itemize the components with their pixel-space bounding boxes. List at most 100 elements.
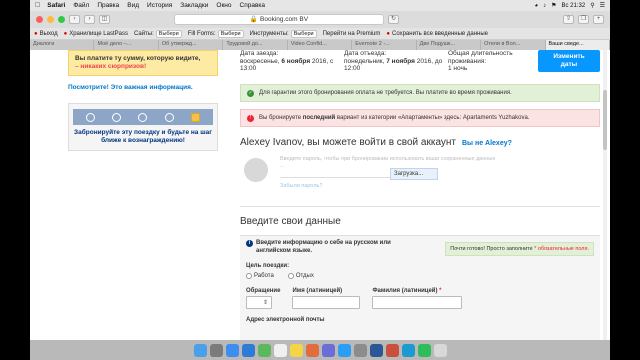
- tab-two-pillows[interactable]: Две Подушк...: [417, 40, 482, 50]
- tab-approval[interactable]: Об утвержд...: [159, 40, 224, 50]
- tab-my-business[interactable]: Моё дело –...: [94, 40, 159, 50]
- menu-bookmarks[interactable]: Закладки: [180, 2, 208, 9]
- name-row: Обращение Имя (латиницей) Фамилия (латин…: [246, 288, 594, 309]
- app-store-icon[interactable]: [337, 343, 351, 357]
- mail-icon[interactable]: [241, 343, 255, 357]
- volume-icon[interactable]: ♪: [543, 3, 546, 9]
- sidebar: Вы платите ту сумму, которую видите, – н…: [68, 50, 218, 151]
- browser-toolbar: ‹ › ◫ 🔒 Booking.com BV ↻ ⇧ ❐ +: [30, 11, 610, 28]
- finder-icon[interactable]: [193, 343, 207, 357]
- booking-page: Вы платите ту сумму, которую видите, – н…: [30, 50, 610, 340]
- save-icon: ●: [386, 30, 390, 37]
- radio-circle[interactable]: [287, 273, 294, 279]
- tab-hotels[interactable]: Отели в Вол...: [481, 40, 546, 50]
- sidebar-icon[interactable]: ◫: [99, 15, 110, 24]
- no-prepayment-alert: ✓ Для гарантии этого бронирования оплата…: [240, 84, 600, 102]
- menu-edit[interactable]: Правка: [97, 2, 119, 9]
- list-icon[interactable]: ☰: [600, 2, 605, 9]
- search-icon[interactable]: ⚲: [590, 2, 594, 9]
- bookmark-label: Сохранить все введенные данные: [391, 30, 488, 37]
- bookmark-logout[interactable]: ● Выход: [34, 31, 58, 37]
- login-heading: Alexey Ivanov, вы можете войти в свой ак…: [240, 137, 600, 148]
- new-tab-icon[interactable]: +: [593, 15, 604, 24]
- page-scrollbar[interactable]: [603, 50, 607, 340]
- bookmark-vault[interactable]: ● Хранилище LastPass: [64, 31, 128, 37]
- forgot-password-link[interactable]: Забыли пароль?: [280, 183, 322, 189]
- flag-icon[interactable]: ⚑: [551, 2, 556, 9]
- tabs-overview-icon[interactable]: ❐: [578, 15, 589, 24]
- menu-help[interactable]: Справка: [240, 2, 266, 9]
- reload-icon[interactable]: ↻: [388, 15, 399, 24]
- purpose-work-radio[interactable]: Работа: [246, 273, 274, 279]
- lock-icon: 🔒: [249, 16, 259, 23]
- fill-forms-select[interactable]: Выбери: [217, 29, 244, 38]
- bookmark-sites[interactable]: Сайты: Выбери: [134, 29, 182, 38]
- apple-icon[interactable]: : [35, 2, 40, 9]
- launchpad-icon[interactable]: [209, 343, 223, 357]
- tab-labor[interactable]: Трудовой до...: [223, 40, 288, 50]
- radio-circle[interactable]: [246, 273, 252, 279]
- price-guarantee-line1: Вы платите ту сумму, которую видите,: [75, 55, 201, 62]
- word-icon[interactable]: [369, 343, 383, 357]
- settings-icon[interactable]: [353, 343, 367, 357]
- first-name-input[interactable]: [292, 296, 361, 309]
- scrollbar-thumb[interactable]: [603, 90, 607, 150]
- trash-icon[interactable]: [433, 343, 447, 357]
- login-heading-text: Alexey Ivanov, вы можете войти в свой ак…: [240, 137, 456, 148]
- close-window-button[interactable]: [36, 16, 43, 23]
- notes-icon[interactable]: [289, 343, 303, 357]
- menu-view[interactable]: Вид: [127, 2, 139, 9]
- clock[interactable]: Вс 21:32: [562, 3, 586, 9]
- not-you-link[interactable]: Вы не Alexey?: [462, 140, 512, 147]
- menu-history[interactable]: История: [147, 2, 172, 9]
- bookmark-premium[interactable]: Перейти на Premium: [323, 31, 381, 37]
- calendar-icon[interactable]: [273, 343, 287, 357]
- itunes-icon[interactable]: [321, 343, 335, 357]
- gift-icon: [191, 112, 201, 122]
- evernote-icon[interactable]: [417, 343, 431, 357]
- email-field: Адрес электронной почты: [246, 317, 594, 323]
- powerpoint-icon[interactable]: [385, 343, 399, 357]
- checkin-time: 13:00: [240, 65, 257, 72]
- bookmark-save-all[interactable]: ● Сохранить все введенные данные: [386, 31, 488, 37]
- skype-icon[interactable]: [401, 343, 415, 357]
- menu-app[interactable]: Safari: [47, 2, 65, 9]
- loading-button[interactable]: Загрузка...: [390, 168, 438, 180]
- duration-title1: Общая длительность: [448, 50, 513, 57]
- menu-file[interactable]: Файл: [73, 2, 89, 9]
- change-dates-line2: даты: [560, 61, 578, 68]
- zoom-window-button[interactable]: [58, 16, 65, 23]
- tab-evernote[interactable]: Evernote 2 -...: [352, 40, 417, 50]
- sites-select[interactable]: Выбери: [155, 29, 182, 38]
- back-icon[interactable]: ‹: [69, 15, 80, 24]
- forward-icon[interactable]: ›: [84, 15, 95, 24]
- menu-window[interactable]: Окно: [216, 2, 231, 9]
- bookmark-tools[interactable]: Инструменты: Выбери: [250, 29, 317, 38]
- minimize-window-button[interactable]: [47, 16, 54, 23]
- address-bar[interactable]: 🔒 Booking.com BV: [174, 14, 384, 25]
- price-guarantee-line2: – никаких сюрпризов!: [75, 63, 147, 70]
- important-info-link[interactable]: Посмотрите! Это важная информация.: [68, 84, 218, 91]
- checkout-year: 2016, до: [414, 57, 443, 65]
- share-icon[interactable]: ⇧: [563, 15, 574, 24]
- salutation-select[interactable]: [246, 296, 272, 309]
- photos-icon[interactable]: [305, 343, 319, 357]
- facetime-icon[interactable]: [257, 343, 271, 357]
- checkin-date-bold: 6 ноября: [281, 57, 311, 65]
- wifi-icon[interactable]: ◕: [535, 3, 539, 9]
- first-name-label: Имя (латиницей): [292, 288, 360, 294]
- login-hint-line1: Введите пароль, чтобы при бронировании и…: [280, 156, 496, 162]
- last-name-input[interactable]: [372, 296, 463, 309]
- purpose-work-label: Работа: [254, 273, 274, 279]
- purpose-leisure-radio[interactable]: Отдых: [287, 273, 314, 279]
- tab-dialogs[interactable]: Диалоги: [30, 40, 95, 50]
- bookmark-fill-forms[interactable]: Fill Forms: Выбери: [188, 29, 244, 38]
- change-dates-button[interactable]: Изменить даты: [538, 50, 600, 72]
- tab-video[interactable]: Video Confid...: [288, 40, 353, 50]
- change-dates-line1: Изменить: [553, 53, 585, 60]
- language-info: i Введите информацию о себе на русском и…: [246, 240, 396, 255]
- tools-select[interactable]: Выбери: [290, 29, 317, 38]
- tab-your-details[interactable]: Ваши сведе...: [545, 40, 610, 50]
- tab-strip: Диалоги Моё дело –... Об утвержд... Труд…: [30, 40, 610, 50]
- safari-icon[interactable]: [225, 343, 239, 357]
